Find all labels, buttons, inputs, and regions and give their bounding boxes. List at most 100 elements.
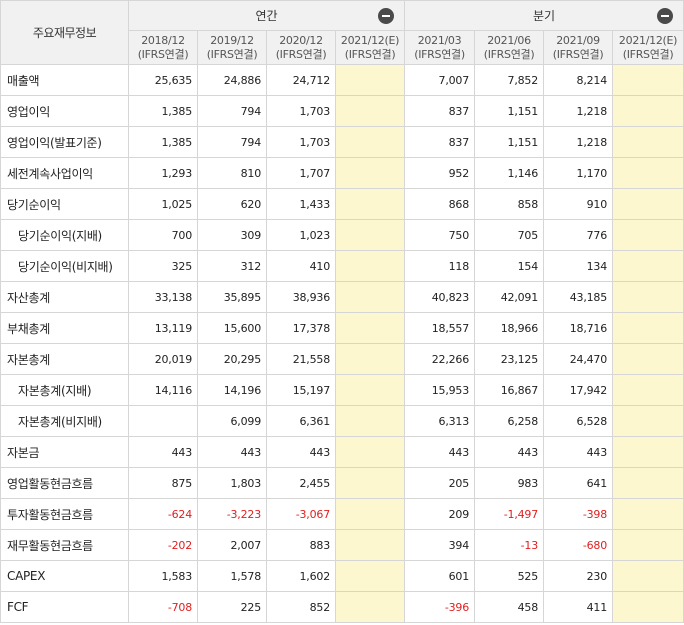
- value-cell: 8,214: [543, 64, 614, 96]
- value-cell: 312: [197, 250, 267, 282]
- table-row: 자산총계 33,138 35,895 38,936 40,823 42,091 43,185: [0, 281, 684, 313]
- value-cell: 1,385: [128, 95, 198, 127]
- row-label: 당기순이익(비지배): [0, 250, 129, 282]
- value-cell: 410: [266, 250, 336, 282]
- estimate-cell: [334, 250, 406, 282]
- period-date: 2020/12: [279, 33, 323, 47]
- estimate-cell: [334, 343, 406, 375]
- value-cell: 15,197: [266, 374, 336, 406]
- table-row: CAPEX 1,583 1,578 1,602 601 525 230: [0, 560, 684, 592]
- estimate-cell: [334, 529, 406, 561]
- row-label: 영업이익(발표기준): [0, 126, 129, 158]
- period-basis: (IFRS연결): [344, 47, 396, 61]
- value-cell: 14,116: [128, 374, 198, 406]
- period-basis: (IFRS연결): [414, 47, 465, 61]
- value-cell: 794: [197, 126, 267, 158]
- period-header: 2020/12 (IFRS연결): [266, 30, 336, 65]
- value-cell: 868: [404, 188, 476, 220]
- table-row: 투자활동현금흐름 -624 -3,223 -3,067 209 -1,497 -398: [0, 498, 684, 530]
- value-cell: 875: [128, 467, 198, 499]
- value-cell: 38,936: [266, 281, 336, 313]
- value-cell: 225: [197, 591, 267, 623]
- value-cell: 601: [404, 560, 476, 592]
- value-cell: 1,703: [266, 95, 336, 127]
- table-row: 자본총계(비지배) 6,099 6,361 6,313 6,258 6,528: [0, 405, 684, 437]
- value-cell: 42,091: [474, 281, 545, 313]
- value-cell: 40,823: [404, 281, 476, 313]
- value-cell: 1,025: [128, 188, 198, 220]
- value-cell: 705: [474, 219, 545, 251]
- table-row: 매출액 25,635 24,886 24,712 7,007 7,852 8,214: [0, 64, 684, 96]
- value-cell: 1,170: [543, 157, 614, 189]
- value-cell: 14,196: [197, 374, 267, 406]
- value-cell: -624: [128, 498, 198, 530]
- row-label: 당기순이익(지배): [0, 219, 129, 251]
- table-row: 자본금 443 443 443 443 443 443: [0, 436, 684, 468]
- estimate-cell: [334, 591, 406, 623]
- value-cell: 25,635: [128, 64, 198, 96]
- row-label: 당기순이익: [0, 188, 129, 220]
- table-row: 당기순이익(지배) 700 309 1,023 750 705 776: [0, 219, 684, 251]
- value-cell: -398: [543, 498, 614, 530]
- value-cell: 15,953: [404, 374, 476, 406]
- period-date: 2021/12(E): [618, 33, 678, 47]
- value-cell: 118: [404, 250, 476, 282]
- financial-summary-table: 주요재무정보 연간 분기 2018/12 (IFRS연결) 2019/12 (IFRS…: [0, 0, 684, 623]
- value-cell: 1,151: [474, 95, 545, 127]
- row-label: FCF: [0, 591, 129, 623]
- value-cell: 1,707: [266, 157, 336, 189]
- estimate-cell: [334, 157, 406, 189]
- estimate-cell: [334, 126, 406, 158]
- value-cell: 15,600: [197, 312, 267, 344]
- estimate-cell: [612, 498, 684, 530]
- period-date: 2019/12: [210, 33, 254, 47]
- value-cell: 1,218: [543, 95, 614, 127]
- quarterly-group-header: 분기: [404, 0, 684, 31]
- estimate-cell: [612, 560, 684, 592]
- value-cell: 325: [128, 250, 198, 282]
- value-cell: 852: [266, 591, 336, 623]
- table-row: 세전계속사업이익 1,293 810 1,707 952 1,146 1,170: [0, 157, 684, 189]
- value-cell: 443: [197, 436, 267, 468]
- row-label: 자본총계(지배): [0, 374, 129, 406]
- value-cell: 1,703: [266, 126, 336, 158]
- quarterly-collapse-icon[interactable]: [657, 8, 674, 24]
- value-cell: 33,138: [128, 281, 198, 313]
- estimate-cell: [334, 467, 406, 499]
- value-cell: 443: [474, 436, 545, 468]
- table-row: 자본총계 20,019 20,295 21,558 22,266 23,125 24,470: [0, 343, 684, 375]
- period-header: 2018/12 (IFRS연결): [128, 30, 198, 65]
- value-cell: 22,266: [404, 343, 476, 375]
- value-cell: 750: [404, 219, 476, 251]
- estimate-cell: [334, 219, 406, 251]
- table-row: FCF -708 225 852 -396 458 411: [0, 591, 684, 623]
- annual-collapse-icon[interactable]: [378, 8, 395, 24]
- estimate-cell: [612, 250, 684, 282]
- value-cell: 7,007: [404, 64, 476, 96]
- value-cell: 620: [197, 188, 267, 220]
- value-cell: 154: [474, 250, 545, 282]
- row-label: 자본총계: [0, 343, 129, 375]
- value-cell: 2,455: [266, 467, 336, 499]
- value-cell: 209: [404, 498, 476, 530]
- period-date: 2018/12: [141, 33, 185, 47]
- value-cell: -396: [404, 591, 476, 623]
- period-header: 2021/12(E) (IFRS연결): [334, 30, 406, 65]
- period-header: 2021/12(E) (IFRS연결): [612, 30, 684, 65]
- value-cell: 952: [404, 157, 476, 189]
- estimate-cell: [612, 405, 684, 437]
- value-cell: 20,019: [128, 343, 198, 375]
- value-cell: -680: [543, 529, 614, 561]
- table-row: 영업이익 1,385 794 1,703 837 1,151 1,218: [0, 95, 684, 127]
- table-row: 영업활동현금흐름 875 1,803 2,455 205 983 641: [0, 467, 684, 499]
- value-cell: 6,528: [543, 405, 614, 437]
- period-date: 2021/03: [417, 33, 462, 47]
- table-row: 영업이익(발표기준) 1,385 794 1,703 837 1,151 1,218: [0, 126, 684, 158]
- value-cell: 794: [197, 95, 267, 127]
- period-date: 2021/12(E): [340, 33, 400, 47]
- annual-group-header: 연간: [127, 0, 406, 31]
- row-label: 영업이익: [0, 95, 129, 127]
- table-row: 부채총계 13,119 15,600 17,378 18,557 18,966 18,716: [0, 312, 684, 344]
- value-cell: 810: [197, 157, 267, 189]
- table-row: 당기순이익(비지배) 325 312 410 118 154 134: [0, 250, 684, 282]
